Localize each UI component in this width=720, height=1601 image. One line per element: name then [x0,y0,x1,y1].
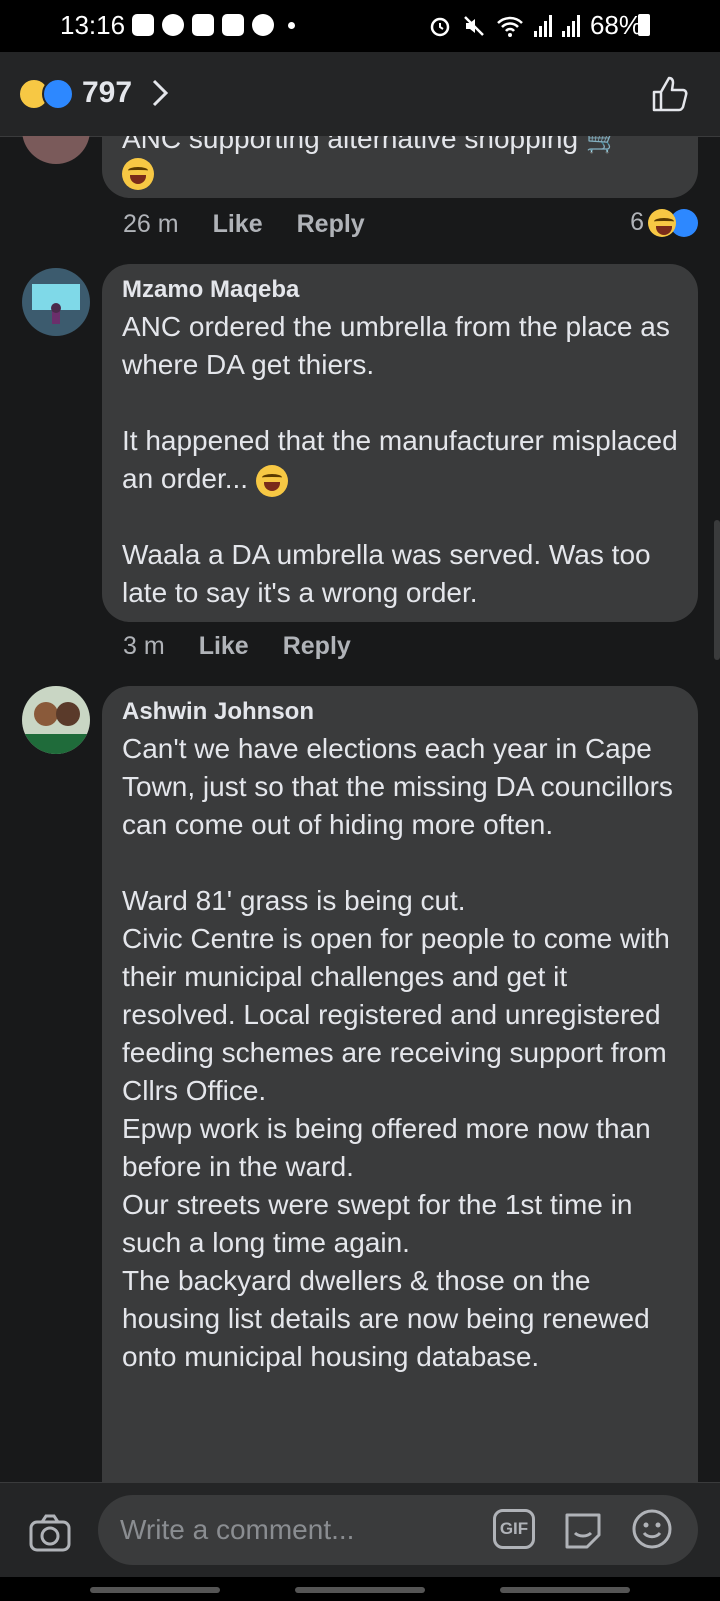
mute-icon [464,15,484,36]
comment-bubble[interactable]: ANC supporting alternative shopping 🛒 [102,136,698,198]
more-notifications-dot [288,21,295,29]
facebook-notification-icon [162,14,184,36]
laughing-emoji-icon [255,464,288,497]
haha-reaction-icon [648,208,676,237]
camera-icon[interactable] [28,1511,72,1555]
comment-text: ANC supporting alternative shopping 🛒 [122,136,621,154]
messenger-notification-icon [252,14,274,36]
ai-notification-icon [192,14,214,36]
comment-author[interactable]: Mzamo Maqeba [122,276,678,304]
comment-text: ANC ordered the umbrella from the place … [122,308,678,498]
comment-bubble[interactable]: Ashwin Johnson Can't we have elections e… [102,686,698,1482]
battery-icon [638,14,650,36]
nav-recents[interactable] [90,1587,220,1593]
status-bar: 13:16 68% [0,0,720,52]
chat-notification-icon [132,14,154,36]
gif-button[interactable]: GIF [493,1509,535,1549]
nav-back[interactable] [500,1587,630,1593]
avatar[interactable] [22,268,90,336]
like-reaction-icon [42,78,74,110]
reactions-header: 797 [0,52,720,137]
comment-reactions[interactable]: 6 [630,208,698,237]
reply-button[interactable]: Reply [297,210,365,239]
emoji-icon[interactable] [630,1507,674,1551]
comment-composer: Write a comment... GIF [0,1482,720,1601]
comment-time: 26 m [123,210,179,238]
avatar[interactable] [22,136,90,164]
battery-percent: 68% [589,10,642,40]
signal-2-icon [561,14,580,37]
nav-home[interactable] [295,1587,425,1593]
comment-time: 3 m [123,632,165,660]
comment-text-continued: Waala a DA umbrella was served. Was too … [122,539,659,608]
comment-placeholder: Write a comment... [120,1514,355,1545]
comment-input[interactable]: Write a comment... GIF [98,1495,698,1565]
sticker-icon[interactable] [561,1507,605,1551]
alarm-icon [430,17,450,36]
comment-meta: 26 m Like Reply [123,210,365,239]
signal-icon [533,14,552,37]
wifi-icon [497,16,523,37]
like-button[interactable]: Like [213,210,263,239]
comment-meta: 3 m Like Reply [123,632,351,661]
status-time: 13:16 [60,10,126,40]
reaction-count[interactable]: 797 [82,76,132,110]
comment-list: ANC supporting alternative shopping 🛒 26… [0,136,720,1482]
laughing-emoji-icon [122,158,154,190]
reply-button[interactable]: Reply [283,632,351,661]
chevron-right-icon[interactable] [150,78,170,108]
system-icons: 68% [428,10,642,41]
comment-author[interactable]: Ashwin Johnson [122,698,678,726]
notification-icons [132,14,295,36]
comment-reaction-count: 6 [630,208,644,236]
like-post-button[interactable] [650,74,690,114]
comment-text: Can't we have elections each year in Cap… [122,733,673,1372]
avatar[interactable] [22,686,90,754]
like-button[interactable]: Like [199,632,249,661]
system-nav-bar [0,1577,720,1601]
comment-bubble[interactable]: Mzamo Maqeba ANC ordered the umbrella fr… [102,264,698,622]
accessibility-notification-icon [222,14,244,36]
scrollbar[interactable] [714,520,720,660]
